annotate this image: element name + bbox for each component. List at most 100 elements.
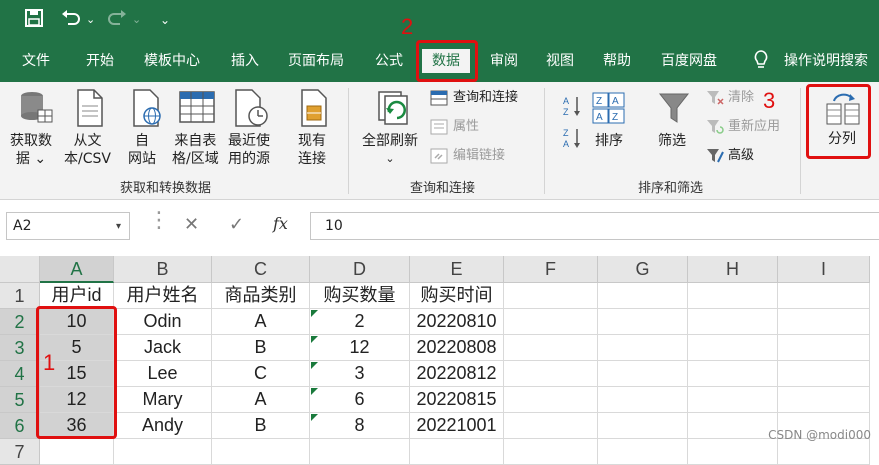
save-icon[interactable] xyxy=(24,8,44,35)
get-data-button[interactable]: 获取数据 ⌄ xyxy=(10,132,52,168)
tab-formulas[interactable]: 公式 xyxy=(375,49,403,73)
row-header[interactable]: 1 xyxy=(0,283,40,309)
cell[interactable]: Lee xyxy=(114,361,212,387)
cell[interactable] xyxy=(778,309,870,335)
cell[interactable] xyxy=(598,413,688,439)
header-cell[interactable]: 购买时间 xyxy=(410,283,504,309)
queries-connections-button[interactable]: 查询和连接 xyxy=(453,89,518,107)
cell[interactable]: C xyxy=(212,361,310,387)
tell-me-search[interactable]: 操作说明搜索 xyxy=(784,49,868,73)
formula-input[interactable]: 10 xyxy=(310,212,879,240)
cell[interactable]: 20220808 xyxy=(410,335,504,361)
tab-file[interactable]: 文件 xyxy=(22,49,50,73)
existing-connections-button[interactable]: 现有 连接 xyxy=(298,132,326,168)
cell[interactable] xyxy=(504,439,598,465)
cell[interactable]: 20220815 xyxy=(410,387,504,413)
cell[interactable]: 2 xyxy=(310,309,410,335)
column-header-d[interactable]: D xyxy=(310,256,410,283)
cell[interactable] xyxy=(212,439,310,465)
cell[interactable]: Andy xyxy=(114,413,212,439)
row-header[interactable]: 5 xyxy=(0,387,40,413)
cell[interactable] xyxy=(688,387,778,413)
cell[interactable]: Mary xyxy=(114,387,212,413)
cell[interactable]: 20220812 xyxy=(410,361,504,387)
cell[interactable] xyxy=(688,361,778,387)
cell[interactable] xyxy=(504,387,598,413)
header-cell[interactable]: 商品类别 xyxy=(212,283,310,309)
cell[interactable] xyxy=(688,283,778,309)
cell[interactable] xyxy=(504,309,598,335)
cell[interactable]: B xyxy=(212,335,310,361)
cell[interactable] xyxy=(688,413,778,439)
redo-icon[interactable] xyxy=(106,8,128,35)
cell[interactable]: 12 xyxy=(310,335,410,361)
sort-desc-icon[interactable]: ZA xyxy=(562,126,582,154)
tab-baidu-netdisk[interactable]: 百度网盘 xyxy=(661,49,717,73)
cell[interactable]: A xyxy=(212,387,310,413)
cell[interactable]: B xyxy=(212,413,310,439)
undo-dropdown-icon[interactable]: ⌄ xyxy=(86,8,95,32)
cell[interactable]: A xyxy=(212,309,310,335)
column-header-f[interactable]: F xyxy=(504,256,598,283)
lightbulb-icon[interactable] xyxy=(752,49,770,79)
reapply-button[interactable]: 重新应用 xyxy=(728,118,780,136)
tab-home[interactable]: 开始 xyxy=(86,49,114,73)
column-header-h[interactable]: H xyxy=(688,256,778,283)
select-all-corner[interactable] xyxy=(0,256,40,283)
name-box-dropdown-icon[interactable]: ▾ xyxy=(116,221,121,232)
cell[interactable] xyxy=(410,439,504,465)
cell[interactable]: 8 xyxy=(310,413,410,439)
cell[interactable] xyxy=(778,361,870,387)
cell[interactable]: Odin xyxy=(114,309,212,335)
cell[interactable] xyxy=(40,439,114,465)
cell[interactable] xyxy=(778,439,870,465)
column-header-i[interactable]: I xyxy=(778,256,870,283)
row-header[interactable]: 6 xyxy=(0,413,40,439)
cell[interactable] xyxy=(310,439,410,465)
clear-button[interactable]: 清除 xyxy=(728,89,754,107)
name-box[interactable]: A2 xyxy=(6,212,130,240)
cell[interactable] xyxy=(598,439,688,465)
cell[interactable] xyxy=(688,335,778,361)
enter-icon[interactable]: ✓ xyxy=(229,214,244,235)
cell[interactable] xyxy=(504,283,598,309)
column-header-e[interactable]: E xyxy=(410,256,504,283)
cell[interactable] xyxy=(688,439,778,465)
edit-links-button[interactable]: 编辑链接 xyxy=(453,147,505,165)
cell[interactable]: Jack xyxy=(114,335,212,361)
sort-asc-icon[interactable]: AZ xyxy=(562,94,582,122)
filter-button[interactable]: 筛选 xyxy=(658,132,686,150)
cell[interactable] xyxy=(778,387,870,413)
customize-qat-icon[interactable]: ⌄ xyxy=(160,8,170,32)
row-header[interactable]: 7 xyxy=(0,439,40,465)
column-header-c[interactable]: C xyxy=(212,256,310,283)
redo-dropdown-icon[interactable]: ⌄ xyxy=(132,8,141,32)
cell[interactable] xyxy=(598,387,688,413)
insert-function-icon[interactable]: fx xyxy=(273,214,288,233)
tab-page-layout[interactable]: 页面布局 xyxy=(288,49,344,73)
refresh-all-button[interactable]: 全部刷新 ⌄ xyxy=(362,132,418,168)
from-table-range-button[interactable]: 来自表 格/区域 xyxy=(172,132,219,168)
header-cell[interactable]: 购买数量 xyxy=(310,283,410,309)
cell[interactable] xyxy=(778,335,870,361)
sort-button[interactable]: 排序 xyxy=(595,132,623,150)
cell[interactable] xyxy=(598,283,688,309)
row-header[interactable]: 4 xyxy=(0,361,40,387)
advanced-button[interactable]: 高级 xyxy=(728,147,754,165)
properties-button[interactable]: 属性 xyxy=(453,118,479,136)
row-header[interactable]: 3 xyxy=(0,335,40,361)
from-text-csv-button[interactable]: 从文 本/CSV xyxy=(64,132,111,168)
cell[interactable] xyxy=(504,335,598,361)
tab-insert[interactable]: 插入 xyxy=(231,49,259,73)
cell[interactable]: 6 xyxy=(310,387,410,413)
header-cell[interactable]: 用户姓名 xyxy=(114,283,212,309)
undo-icon[interactable] xyxy=(60,8,82,35)
cell[interactable] xyxy=(114,439,212,465)
cell[interactable] xyxy=(598,309,688,335)
cell[interactable]: 20221001 xyxy=(410,413,504,439)
tab-view[interactable]: 视图 xyxy=(546,49,574,73)
recent-sources-button[interactable]: 最近使 用的源 xyxy=(228,132,270,168)
cell[interactable]: 20220810 xyxy=(410,309,504,335)
cancel-icon[interactable]: ✕ xyxy=(184,214,199,235)
cell[interactable] xyxy=(688,309,778,335)
